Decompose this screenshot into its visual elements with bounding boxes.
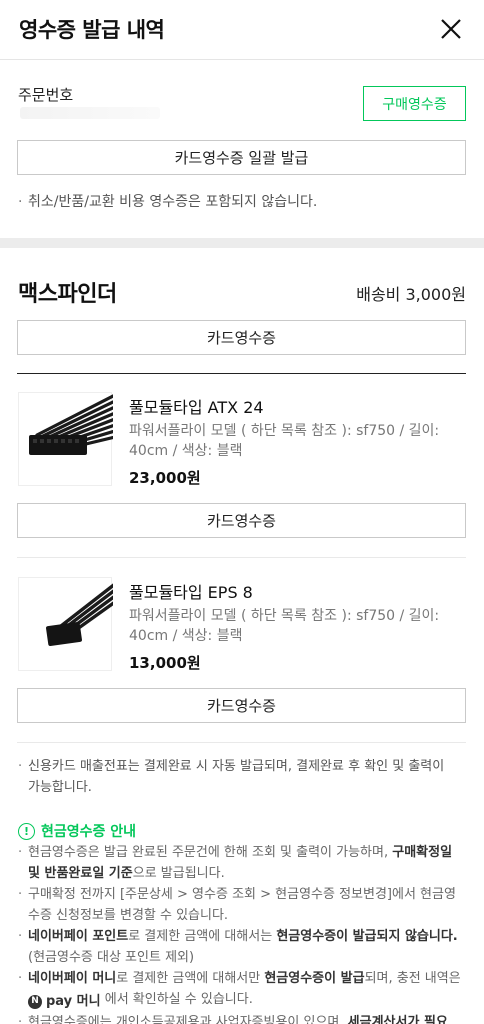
info-text-bold: 현금영수증이 발급 <box>264 971 365 986</box>
product-option: 파워서플라이 모델 ( 하단 목록 참조 ): sf750 / 길이: 40cm… <box>129 606 449 646</box>
info-text: 현금영수증에는 개인소득공제용과 사업자증빙용이 있으며, <box>28 1015 348 1024</box>
info-text: 에서 확인하실 수 있습니다. <box>100 992 253 1007</box>
product-name: 풀모듈타입 ATX 24 <box>129 398 264 417</box>
product-option-line: 파워서플라이 모델 ( 하단 목록 참조 ): sf750 / 길이: <box>129 608 440 624</box>
list-item: 네이버페이 머니로 결제한 금액에 대해서만 현금영수증이 발급되며, 충전 내… <box>18 968 466 1012</box>
npay-money-label: pay 머니 <box>46 994 101 1009</box>
cash-receipt-info-list: 현금영수증은 발급 완료된 주문건에 한해 조회 및 출력이 가능하며, 구매확… <box>18 842 466 1024</box>
info-text: 현금영수증은 발급 완료된 주문건에 한해 조회 및 출력이 가능하며, <box>28 845 393 860</box>
product-card-receipt-button[interactable]: 카드영수증 <box>17 503 466 538</box>
section-divider <box>0 238 484 248</box>
info-icon: ! <box>18 822 35 840</box>
info-text: 되며, 충전 내역은 <box>364 971 461 986</box>
npay-money-link[interactable]: Npay 머니 <box>28 991 101 1012</box>
order-number-label: 주문번호 <box>18 86 74 104</box>
order-number-value <box>20 107 160 119</box>
seller-card-receipt-button[interactable]: 카드영수증 <box>17 320 466 355</box>
product-image <box>18 577 117 671</box>
bulk-card-receipt-button[interactable]: 카드영수증 일괄 발급 <box>17 140 466 175</box>
product-price: 13,000원 <box>129 654 201 672</box>
page-title: 영수증 발급 내역 <box>19 18 165 42</box>
divider <box>17 373 466 374</box>
info-text-bold: 네이버페이 포인트 <box>28 929 129 944</box>
cash-receipt-info-title-text: 현금영수증 안내 <box>41 824 137 840</box>
product-price: 23,000원 <box>129 469 201 487</box>
cash-receipt-info-title: ! 현금영수증 안내 <box>18 821 136 841</box>
product-name: 풀모듈타입 EPS 8 <box>129 583 253 602</box>
seller-name: 맥스파인더 <box>18 282 117 307</box>
product-option-line: 40cm / 색상: 블랙 <box>129 443 243 459</box>
order-note: · 취소/반품/교환 비용 영수증은 포함되지 않습니다. <box>18 194 318 210</box>
divider <box>17 557 466 558</box>
close-icon[interactable] <box>438 16 464 42</box>
credit-card-note: · 신용카드 매출전표는 결제완료 시 자동 발급되며, 결제완료 후 확인 및 … <box>18 756 466 798</box>
list-item: 현금영수증은 발급 완료된 주문건에 한해 조회 및 출력이 가능하며, 구매확… <box>18 842 466 884</box>
info-text: 으로 발급됩니다. <box>132 866 225 881</box>
list-item: 네이버페이 포인트로 결제한 금액에 대해서는 현금영수증이 발급되지 않습니다… <box>18 926 466 968</box>
list-item: 구매확정 전까지 [주문상세 > 영수증 조회 > 현금영수증 정보변경]에서 … <box>18 884 466 926</box>
credit-card-note-text: 신용카드 매출전표는 결제완료 시 자동 발급되며, 결제완료 후 확인 및 출… <box>28 759 445 774</box>
product-option-line: 파워서플라이 모델 ( 하단 목록 참조 ): sf750 / 길이: <box>129 423 440 439</box>
list-item: 현금영수증에는 개인소득공제용과 사업자증빙용이 있으며, 세금계산서가 필요 <box>18 1012 466 1024</box>
info-text-bold: 세금계산서가 필요 <box>347 1015 448 1024</box>
npay-icon: N <box>28 994 42 1009</box>
shipping-fee: 배송비 3,000원 <box>356 285 466 304</box>
info-text: 로 결제한 금액에 대해서만 <box>116 971 265 986</box>
info-text: 로 결제한 금액에 대해서는 <box>128 929 277 944</box>
info-text: (현금영수증 대상 포인트 제외) <box>28 950 195 965</box>
credit-card-note-text: 가능합니다. <box>28 780 92 795</box>
product-option-line: 40cm / 색상: 블랙 <box>129 628 243 644</box>
product-image <box>18 392 117 486</box>
order-note-text: 취소/반품/교환 비용 영수증은 포함되지 않습니다. <box>28 194 318 210</box>
info-text-bold: 현금영수증이 발급되지 않습니다. <box>276 929 458 944</box>
purchase-receipt-button[interactable]: 구매영수증 <box>363 86 466 121</box>
info-text-bold: 네이버페이 머니 <box>28 971 117 986</box>
header: 영수증 발급 내역 <box>0 0 484 60</box>
info-text: 구매확정 전까지 [주문상세 > 영수증 조회 > 현금영수증 정보변경]에서 … <box>28 887 456 923</box>
product-option: 파워서플라이 모델 ( 하단 목록 참조 ): sf750 / 길이: 40cm… <box>129 421 449 461</box>
product-card-receipt-button[interactable]: 카드영수증 <box>17 688 466 723</box>
divider <box>17 742 466 743</box>
